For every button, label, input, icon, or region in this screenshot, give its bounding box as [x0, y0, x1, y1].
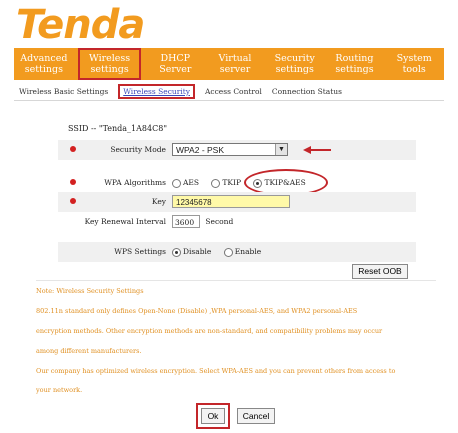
wps-label: WPS Settings [114, 247, 166, 256]
renewal-label: Key Renewal Interval [84, 217, 166, 226]
cancel-button[interactable]: Cancel [237, 408, 275, 424]
svg-text:Tenda: Tenda [16, 2, 144, 46]
radio-wps-disable[interactable] [172, 247, 181, 257]
nav-security-settings[interactable]: Security settings [265, 48, 325, 80]
wps-row: WPS Settings Disable Enable [58, 242, 416, 262]
sub-nav: Wireless Basic Settings Wireless Securit… [14, 82, 444, 101]
radio-aes[interactable] [172, 178, 181, 188]
security-mode-select[interactable]: WPA2 - PSK ▼ [172, 143, 288, 156]
divider [36, 280, 436, 281]
security-mode-label: Security Mode [110, 145, 166, 154]
key-input[interactable]: 12345678 [172, 195, 290, 208]
alg-option-aes[interactable]: AES [172, 178, 199, 188]
wpa-algorithms-row: WPA Algorithms AES TKIP TKIP&AES [58, 173, 416, 193]
red-arrow-icon [303, 146, 331, 154]
note-line-2: encryption methods. Other encryption met… [36, 327, 383, 335]
required-marker-icon [70, 146, 76, 152]
alg-option-tkip[interactable]: TKIP [211, 178, 241, 188]
renewal-input[interactable]: 3600 [172, 215, 200, 228]
note-line-1: 802.11n standard only defines Open-None … [36, 307, 358, 315]
chevron-down-icon: ▼ [275, 144, 287, 155]
main-nav: Advanced settings Wireless settings DHCP Se… [14, 48, 444, 80]
subnav-wireless-basic-settings[interactable]: Wireless Basic Settings [19, 87, 108, 96]
security-mode-row: Security Mode WPA2 - PSK ▼ [58, 140, 416, 160]
nav-wireless-settings[interactable]: Wireless settings [77, 48, 142, 80]
radio-tkip[interactable] [211, 178, 221, 188]
key-row: Key 12345678 [58, 192, 416, 212]
note-title: Note: Wireless Security Settings [36, 287, 144, 295]
nav-routing-settings[interactable]: Routing settings [325, 48, 385, 80]
tenda-logo: Tenda [16, 2, 145, 46]
nav-advanced-settings[interactable]: Advanced settings [14, 48, 74, 80]
wps-option-disable[interactable]: Disable [172, 247, 211, 257]
renewal-unit: Second [205, 217, 234, 226]
ssid-label: SSID -- "Tenda_1A84C8" [68, 124, 167, 133]
key-label: Key [151, 197, 166, 206]
note-line-4: Our company has optimized wireless encry… [36, 367, 396, 375]
subnav-connection-status[interactable]: Connection Status [272, 87, 342, 96]
nav-dhcp-server[interactable]: DHCP Server [145, 48, 205, 80]
radio-wps-enable[interactable] [223, 247, 233, 257]
renewal-row: Key Renewal Interval 3600 Second [58, 212, 416, 232]
reset-oob-button[interactable]: Reset OOB [352, 264, 408, 279]
nav-system-tools[interactable]: System tools [384, 48, 444, 80]
nav-virtual-server[interactable]: Virtual server [205, 48, 265, 80]
wpa-algorithms-label: WPA Algorithms [104, 178, 166, 187]
subnav-wireless-security[interactable]: Wireless Security [118, 83, 195, 99]
required-marker-icon [70, 198, 76, 204]
wps-option-enable[interactable]: Enable [223, 247, 261, 257]
subnav-access-control[interactable]: Access Control [205, 87, 262, 96]
ok-button[interactable]: Ok [201, 408, 225, 424]
required-marker-icon [70, 179, 76, 185]
note-line-3: among different manufacturers. [36, 347, 142, 355]
note-line-5: your network. [36, 386, 83, 394]
